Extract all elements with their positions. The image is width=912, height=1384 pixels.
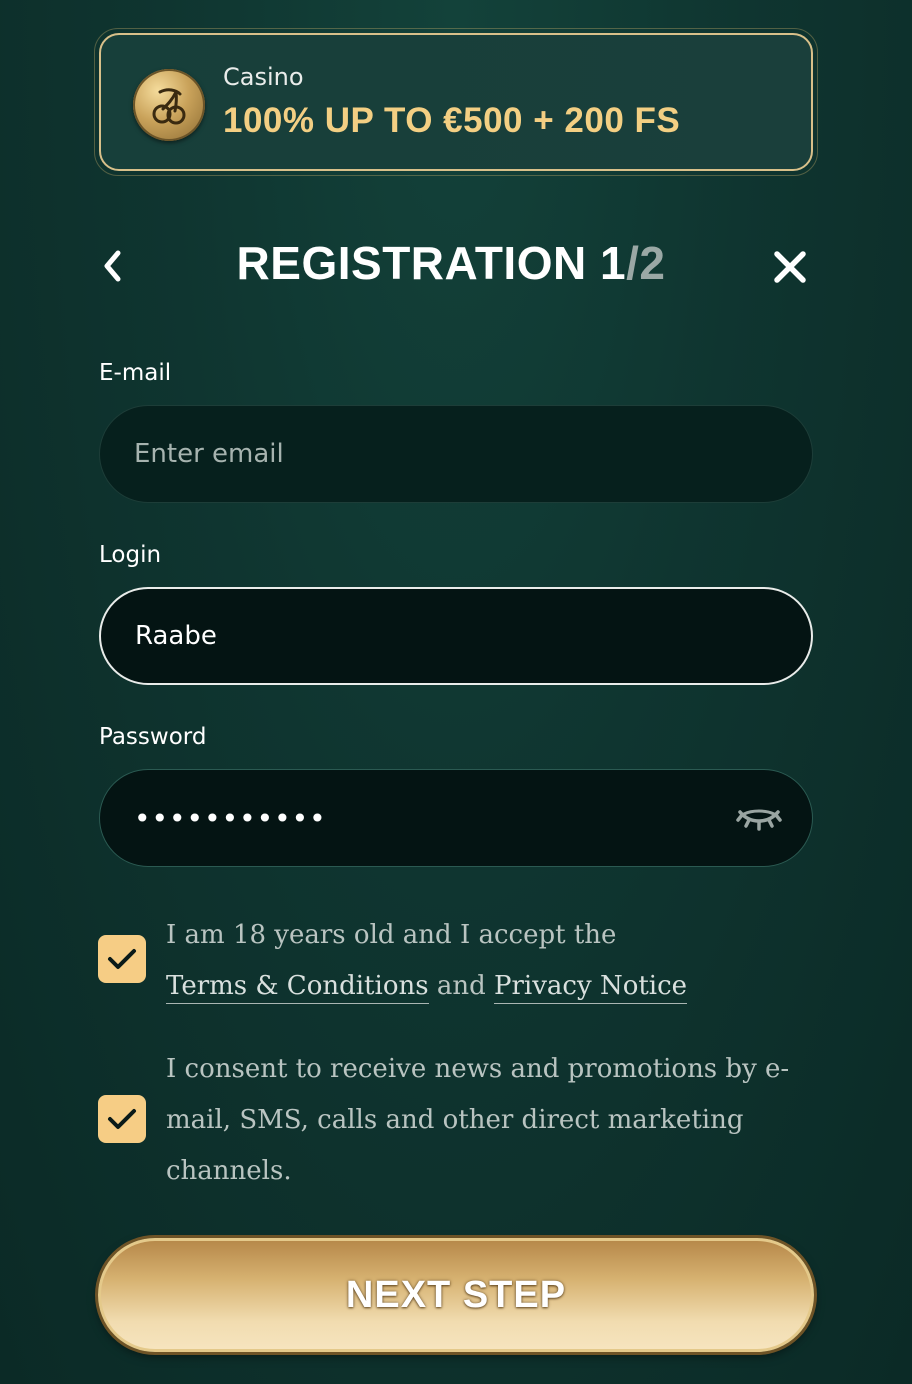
- terms-text-line1: I am 18 years old and I accept the: [166, 920, 617, 950]
- terms-text-line2: Terms & Conditions and Privacy Notice: [166, 961, 688, 1012]
- marketing-text-line3: channels.: [166, 1156, 292, 1186]
- terms-conditions-link[interactable]: Terms & Conditions: [166, 971, 429, 1004]
- terms-text: I am 18 years old and I accept the Terms…: [166, 910, 688, 1012]
- promo-banner[interactable]: Casino 100% UP TO €500 + 200 FS: [99, 33, 813, 171]
- login-label: Login: [99, 542, 162, 568]
- close-button[interactable]: [766, 244, 814, 290]
- chevron-left-icon: [104, 250, 121, 282]
- login-field-container: [99, 587, 813, 685]
- checkmark-icon: [108, 949, 136, 969]
- back-button[interactable]: [92, 242, 132, 290]
- page-title: REGISTRATION 1/2: [176, 236, 726, 290]
- login-input[interactable]: [135, 621, 695, 651]
- promo-label: Casino: [223, 63, 304, 91]
- eye-closed-icon: [736, 809, 782, 831]
- terms-and-text: and: [428, 971, 494, 1001]
- next-step-label: NEXT STEP: [345, 1273, 567, 1316]
- password-visibility-toggle[interactable]: [736, 804, 782, 834]
- password-input[interactable]: [134, 801, 694, 835]
- email-input[interactable]: [134, 439, 694, 469]
- email-field-container: [99, 405, 813, 503]
- page-title-step-total: /2: [626, 237, 666, 289]
- email-label: E-mail: [99, 360, 172, 386]
- close-icon: [774, 251, 806, 283]
- marketing-consent-text: I consent to receive news and promotions…: [166, 1044, 789, 1197]
- next-step-button[interactable]: NEXT STEP: [98, 1238, 814, 1352]
- terms-checkbox[interactable]: [98, 935, 146, 983]
- password-field-container: [99, 769, 813, 867]
- marketing-text-line2: mail, SMS, calls and other direct market…: [166, 1105, 744, 1135]
- marketing-consent-checkbox[interactable]: [98, 1095, 146, 1143]
- page-title-main: REGISTRATION 1: [236, 237, 627, 289]
- privacy-notice-link[interactable]: Privacy Notice: [494, 971, 688, 1004]
- promo-title: 100% UP TO €500 + 200 FS: [223, 101, 681, 140]
- cherry-coin-icon: [133, 69, 205, 141]
- marketing-text-line1: I consent to receive news and promotions…: [166, 1054, 790, 1084]
- checkmark-icon: [108, 1109, 136, 1129]
- password-label: Password: [99, 724, 207, 750]
